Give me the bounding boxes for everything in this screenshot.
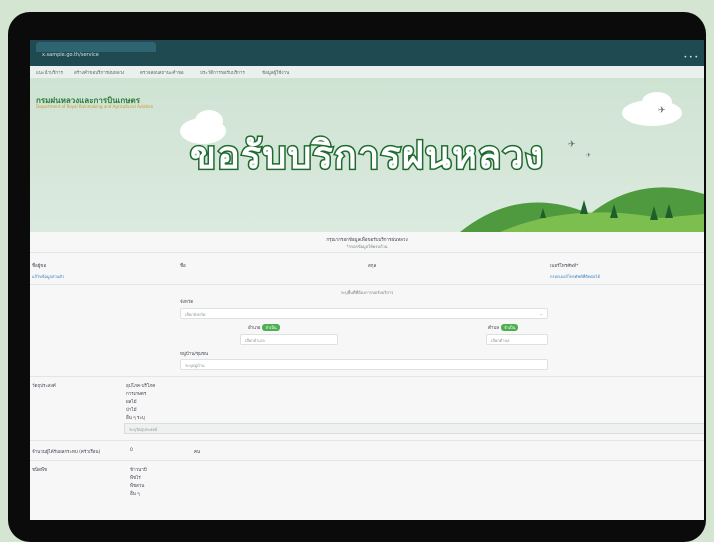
airplane-icon: ✈ [568, 140, 576, 150]
cloud-decoration [642, 92, 672, 112]
divider [30, 284, 704, 285]
district-placeholder: เลือกอำเภอ [245, 338, 265, 343]
bookmark-item[interactable]: แนะนำบริการ [36, 69, 63, 76]
province-select[interactable]: เลือกจังหวัด ⌄ [180, 308, 548, 319]
province-placeholder: เลือกจังหวัด [185, 312, 206, 317]
purpose-option[interactable]: อื่น ๆ ระบุ [126, 414, 145, 421]
purpose-label: วัตถุประสงค์ [32, 384, 56, 389]
crop-option[interactable]: พืชไร่ [130, 474, 141, 481]
hero-banner: กรมฝนหลวงและการบินเกษตร Department of Ro… [30, 78, 704, 232]
brand-subtitle: Department of Royal Rainmaking and Agric… [36, 104, 154, 109]
crop-option[interactable]: พืชสวน [130, 482, 144, 489]
crop-label: ชนิดพืช [32, 468, 48, 473]
purpose-option[interactable]: การเกษตร [126, 390, 146, 397]
bookmark-item[interactable]: ตรวจสอบสถานะคำขอ [140, 69, 184, 76]
lastname-label: สกุล [368, 264, 377, 269]
edit-profile-link[interactable]: แก้ไขข้อมูลส่วนตัว [32, 273, 64, 280]
firstname-label: ชื่อ [180, 264, 186, 269]
purpose-other-input[interactable]: ระบุวัตถุประสงค์ [124, 423, 704, 434]
browser-titlebar: x.sample.go.th/service • • • [30, 40, 704, 66]
affected-label: จำนวนผู้ได้รับผลกระทบ (ครัวเรือน) [32, 450, 101, 455]
affected-unit: คน [194, 450, 201, 455]
bookmark-item[interactable]: สร้างคำขอบริการฝนหลวง [74, 69, 124, 76]
divider [30, 460, 704, 461]
phone-hint-link[interactable]: กรอกเบอร์โทรศัพท์ที่ติดต่อได้ [550, 273, 600, 280]
request-form: กรุณากรอกข้อมูลเพื่อขอรับบริการฝนหลวง *ก… [30, 232, 704, 520]
subdistrict-select[interactable]: เลือกตำบล [486, 334, 548, 345]
bookmark-item[interactable]: ประวัติการขอรับบริการ [200, 69, 245, 76]
crop-option[interactable]: อื่น ๆ [130, 490, 140, 497]
village-placeholder: ระบุหมู่บ้าน [185, 363, 205, 368]
divider [30, 376, 704, 377]
purpose-option[interactable]: อุปโภค-บริโภค [126, 382, 155, 389]
purpose-option[interactable]: ผลไม้ [126, 398, 137, 405]
screen: x.sample.go.th/service • • • แนะนำบริการ… [30, 40, 704, 520]
browser-tab[interactable] [36, 42, 156, 52]
browser-tab-label: x.sample.go.th/service [42, 52, 99, 58]
requester-label: ชื่อผู้ขอ [32, 264, 47, 269]
village-input[interactable]: ระบุหมู่บ้าน [180, 359, 548, 370]
village-label: หมู่บ้าน/ชุมชน [180, 352, 209, 357]
purpose-other-placeholder: ระบุวัตถุประสงค์ [129, 427, 158, 432]
required-badge: จำเป็น [262, 324, 280, 331]
purpose-option[interactable]: ป่าไม้ [126, 406, 137, 413]
required-badge: จำเป็น [501, 324, 519, 331]
subdistrict-placeholder: เลือกตำบล [491, 338, 510, 343]
airplane-icon: ✈ [658, 106, 666, 116]
window-controls[interactable]: • • • [684, 54, 698, 61]
divider [30, 252, 704, 253]
district-label: อำเภอ จำเป็น [248, 324, 280, 331]
form-intro-note: *กรอกข้อมูลให้ครบถ้วน [346, 244, 388, 249]
hills-illustration [460, 187, 704, 232]
district-select[interactable]: เลือกอำเภอ [240, 334, 338, 345]
province-label: จังหวัด [180, 300, 194, 305]
affected-value[interactable]: 0 [130, 448, 133, 453]
subdistrict-label: ตำบล จำเป็น [488, 324, 519, 331]
chevron-down-icon: ⌄ [539, 311, 543, 316]
laptop-frame: x.sample.go.th/service • • • แนะนำบริการ… [8, 12, 706, 542]
phone-label: เบอร์โทรศัพท์* [550, 264, 579, 269]
divider [30, 440, 704, 441]
form-intro: กรุณากรอกข้อมูลเพื่อขอรับบริการฝนหลวง [326, 238, 408, 243]
bookmark-item[interactable]: ข้อมูลผู้ใช้งาน [262, 69, 289, 76]
crop-option[interactable]: ข้าวนาปี [130, 466, 147, 473]
airplane-icon: ✈ [586, 152, 592, 159]
location-note: ระบุพื้นที่ที่ต้องการขอรับบริการ [340, 290, 394, 295]
